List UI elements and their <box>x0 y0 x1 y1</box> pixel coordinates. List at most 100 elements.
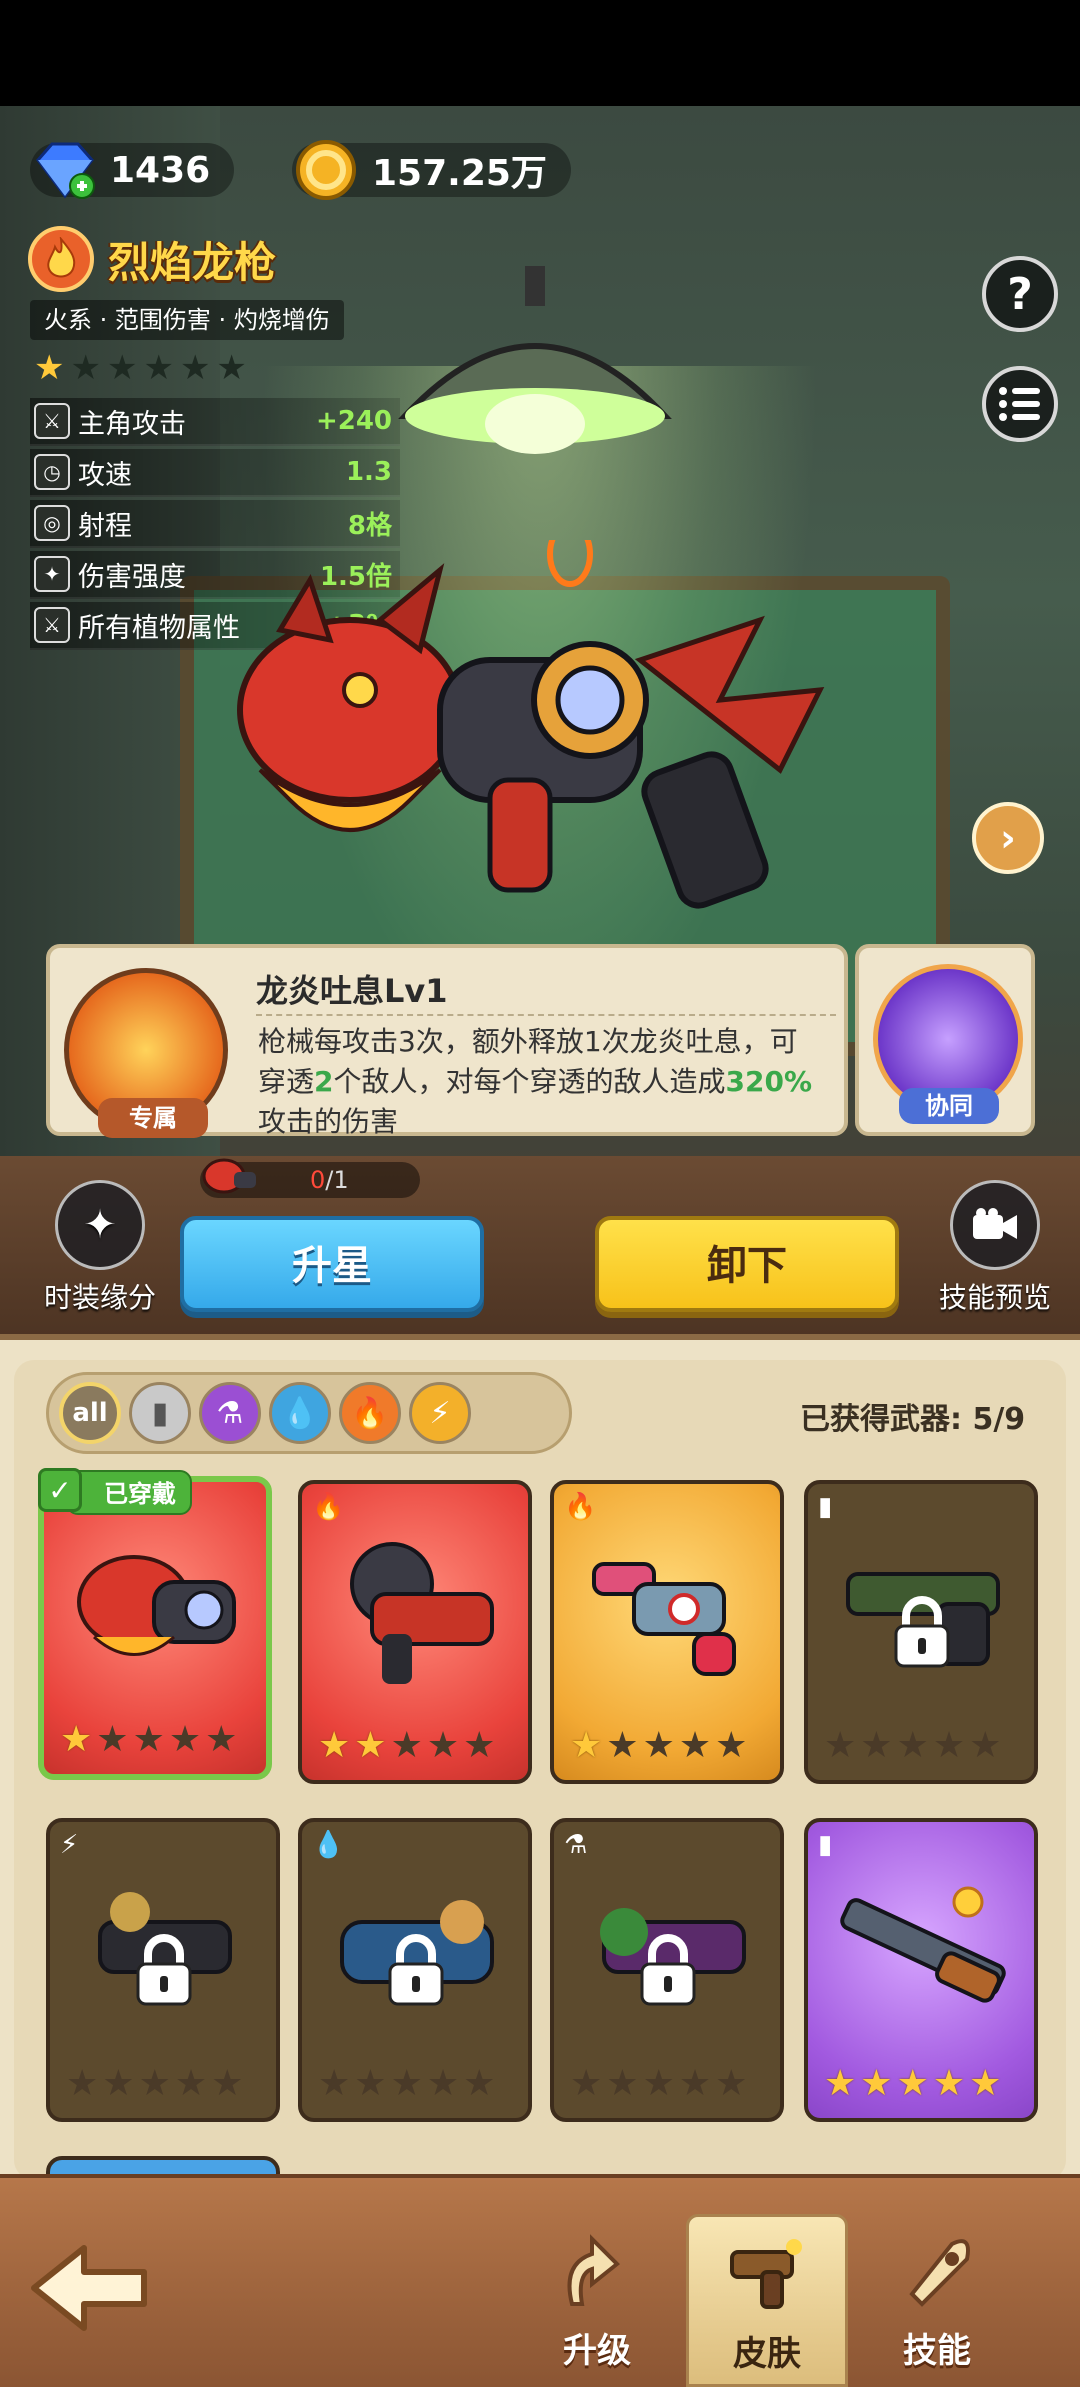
plant-attack-icon: ⚔ <box>34 607 70 643</box>
card-star-rating: ★ ★ ★ ★ ★ <box>824 1725 1002 1766</box>
stat-value: +240 <box>315 406 392 436</box>
sparkle-icon: ✦ <box>55 1180 145 1270</box>
stat-label: 主角攻击 <box>78 408 186 440</box>
weapon-card[interactable]: 🔥 ★ ★ ★ ★ ★ <box>298 1480 532 1784</box>
fire-element-icon: 🔥 <box>312 1492 345 1522</box>
water-element-icon: 💧 <box>312 1830 345 1860</box>
fire-element-icon <box>28 226 94 292</box>
pipe-gun-art <box>592 1562 736 1676</box>
metal-element-icon: ▮ <box>818 1492 833 1522</box>
thunder-element-icon: ⚡ <box>60 1830 79 1860</box>
star-icon: ★ <box>216 348 247 388</box>
weapon-card[interactable]: 💧 ★ ★ ★ ★ ★ <box>298 1818 532 2122</box>
weapon-card[interactable]: ⚗ ★ ★ ★ ★ ★ <box>550 1818 784 2122</box>
stat-row: ◷ 攻速 1.3 <box>30 449 400 497</box>
tab-skill[interactable]: 技能 <box>856 2214 1018 2387</box>
star-up-button[interactable]: 升星 <box>180 1216 484 1312</box>
gems-counter: 1436 <box>30 138 235 202</box>
star-icon: ★ <box>70 348 101 388</box>
chevron-right-icon: › <box>1000 816 1016 860</box>
filter-water-icon[interactable]: 💧 <box>269 1382 331 1444</box>
weapon-card[interactable]: ★ ★ ★ ★ ★ <box>38 1476 272 1780</box>
element-filter-bar: all ▮ ⚗ 💧 🔥 ⚡ <box>46 1372 572 1454</box>
metal-element-icon: ▮ <box>818 1830 833 1860</box>
weapon-card[interactable]: 🔥 ★ ★ ★ ★ ★ <box>550 1480 784 1784</box>
card-star-rating: ★ ★ ★ ★ ★ <box>318 1725 496 1766</box>
star-icon: ★ <box>179 348 211 388</box>
lock-icon <box>640 1934 696 2006</box>
exclusive-skill-card[interactable]: 专属 龙炎吐息Lv1 枪械每攻击3次，额外释放1次龙炎吐息，可穿透2个敌人，对每… <box>46 944 848 1138</box>
poison-element-icon: ⚗ <box>564 1830 588 1860</box>
stat-value: 8格 <box>347 510 392 541</box>
flower-rifle-art <box>840 1886 1006 2003</box>
dragon-gun-art <box>77 1555 236 1656</box>
skill-name: 龙炎吐息Lv1 <box>256 972 448 1010</box>
weapon-card[interactable]: ⚡ ★ ★ ★ ★ ★ <box>46 1818 280 2122</box>
weapon-card[interactable]: ▮ ★ ★ ★ ★ ★ <box>804 1480 1038 1784</box>
tab-upgrade[interactable]: 升级 <box>516 2214 678 2387</box>
obtained-weapons-count: 已获得武器: 5/9 <box>800 1402 1026 1437</box>
card-star-rating: ★ ★ ★ ★ ★ <box>66 2063 244 2104</box>
target-icon: ◎ <box>34 505 70 541</box>
gem-icon <box>36 142 95 199</box>
filter-metal-icon[interactable]: ▮ <box>129 1382 191 1444</box>
card-star-rating: ★ ★ ★ ★ ★ <box>60 1719 238 1760</box>
question-icon: ? <box>1007 268 1033 320</box>
attack-icon: ⚔ <box>34 403 70 439</box>
lock-icon <box>894 1596 950 1668</box>
fashion-bond-label: 时装缘分 <box>43 1281 156 1314</box>
next-weapon-button[interactable]: › <box>972 802 1044 874</box>
tab-upgrade-label: 升级 <box>563 2331 631 2371</box>
lamp <box>398 266 672 454</box>
skill-preview-button[interactable]: 技能预览 <box>925 1180 1065 1316</box>
help-button[interactable]: ? <box>982 256 1058 332</box>
card-star-rating: ★ ★ ★ ★ ★ <box>318 2063 496 2104</box>
fire-element-icon: 🔥 <box>564 1492 597 1522</box>
upgrade-icon <box>567 2234 620 2306</box>
equipped-tag: 已穿戴 <box>66 1470 192 1515</box>
clock-icon: ◷ <box>34 454 70 490</box>
tab-skin[interactable]: 皮肤 <box>686 2214 848 2387</box>
list-icon <box>999 387 1040 421</box>
filter-fire-icon[interactable]: 🔥 <box>339 1382 401 1444</box>
filter-thunder-icon[interactable]: ⚡ <box>409 1382 471 1444</box>
exclusive-badge: 专属 <box>98 1098 208 1138</box>
card-star-rating: ★ ★ ★ ★ ★ <box>824 2063 1002 2104</box>
skill-description: 枪械每攻击3次，额外释放1次龙炎吐息，可穿透2个敌人，对每个穿透的敌人造成320… <box>258 1025 813 1138</box>
shard-progress: 0/1 <box>200 1158 420 1198</box>
gems-value: 1436 <box>110 149 211 191</box>
lock-icon <box>136 1934 192 2006</box>
weapon-star-rating: ★ ★ ★ ★ ★ ★ <box>34 348 247 388</box>
stat-value: 1.3 <box>345 457 392 487</box>
dragon-gun-mini-icon <box>202 1158 256 1194</box>
shard-progress-text: 0/1 <box>310 1166 349 1194</box>
star-icon: ★ <box>143 348 174 388</box>
tab-skill-label: 技能 <box>903 2331 971 2371</box>
card-star-rating: ★ ★ ★ ★ ★ <box>570 1725 748 1766</box>
stat-row: ⚔ 主角攻击 +240 <box>30 398 400 446</box>
weapon-card[interactable]: ▮ ★ ★ ★ ★ ★ <box>804 1818 1038 2122</box>
gold-counter: 157.25万 <box>292 138 571 202</box>
red-cannon-art <box>350 1542 494 1684</box>
star-icon: ★ <box>106 348 138 388</box>
star-icon: ★ <box>34 348 65 388</box>
back-arrow-icon[interactable] <box>24 2238 154 2338</box>
skill-preview-label: 技能预览 <box>938 1281 1051 1314</box>
damage-icon: ✦ <box>34 556 70 592</box>
unequip-button[interactable]: 卸下 <box>595 1216 899 1312</box>
video-camera-icon <box>950 1180 1040 1270</box>
list-button[interactable] <box>982 366 1058 442</box>
card-star-rating: ★ ★ ★ ★ ★ <box>570 2063 748 2104</box>
stat-label: 射程 <box>78 510 132 542</box>
dragon-gun-illustration <box>237 540 825 909</box>
synergy-badge: 协同 <box>899 1088 999 1124</box>
fashion-bond-button[interactable]: ✦ 时装缘分 <box>30 1180 170 1316</box>
gold-coin-icon <box>296 140 356 200</box>
filter-poison-icon[interactable]: ⚗ <box>199 1382 261 1444</box>
filter-all[interactable]: all <box>59 1382 121 1444</box>
gold-value: 157.25万 <box>372 153 547 194</box>
status-bar <box>0 0 1080 106</box>
synergy-card[interactable]: 协同 <box>855 944 1035 1136</box>
gun-skin-icon <box>730 2239 802 2309</box>
weapon-name: 烈焰龙枪 <box>108 237 277 287</box>
